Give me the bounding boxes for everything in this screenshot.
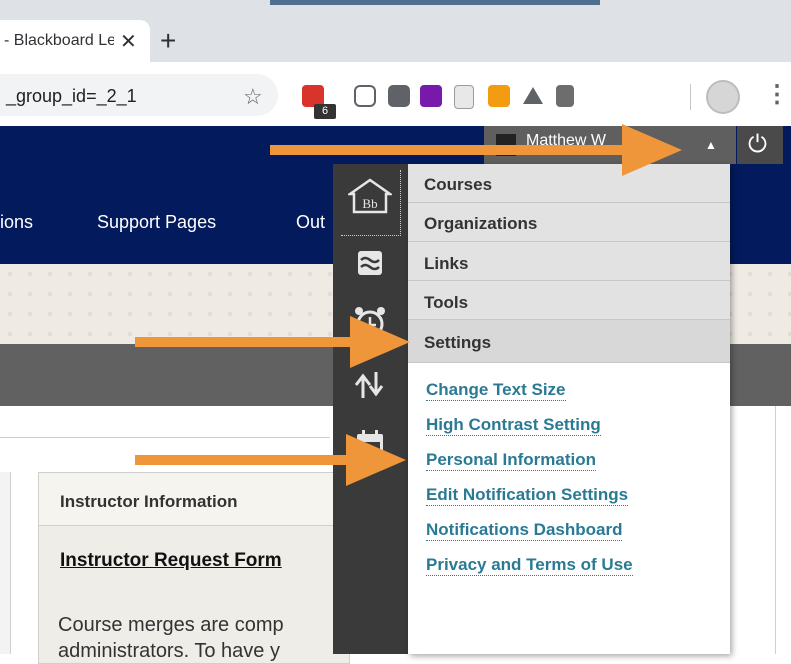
pocket-extension-icon[interactable]	[354, 85, 376, 107]
lightbulb-extension-icon[interactable]	[388, 85, 410, 107]
svg-text:Bb: Bb	[362, 196, 377, 211]
course-merge-text-line-1: Course merges are comp	[58, 614, 284, 636]
nav-tab-organizations[interactable]: ions	[0, 212, 33, 233]
menu-side-rail	[333, 164, 408, 654]
arrow-head	[350, 316, 410, 368]
divider	[0, 437, 330, 438]
menu-category-organizations-label: Organizations	[424, 214, 538, 233]
menu-category-settings-label: Settings	[424, 333, 492, 352]
copy-extension-icon[interactable]	[556, 85, 574, 107]
menu-category-courses-label: Courses	[424, 175, 493, 194]
settings-link-edit-notification-settings[interactable]: Edit Notification Settings	[426, 485, 629, 506]
instructor-module-title: Instructor Information	[60, 492, 238, 511]
settings-link-notifications-dashboard[interactable]: Notifications Dashboard	[426, 520, 623, 541]
menu-category-links-label: Links	[424, 254, 469, 273]
url-text: _group_id=_2_1	[6, 86, 137, 106]
blackboard-home-icon[interactable]: Bb	[346, 178, 394, 214]
onenote-extension-icon[interactable]	[420, 85, 442, 107]
settings-link-high-contrast[interactable]: High Contrast Setting	[426, 415, 601, 436]
left-module-edge	[0, 472, 11, 654]
caret-up-icon[interactable]: ▲	[705, 138, 717, 152]
toolbar-separator	[690, 84, 691, 110]
rss-extension-icon[interactable]	[488, 85, 510, 107]
nav-tab-support-pages[interactable]: Support Pages	[97, 212, 216, 233]
document-extension-icon[interactable]	[454, 85, 474, 109]
stream-icon[interactable]	[348, 248, 392, 282]
arrow-shaft	[270, 145, 630, 155]
grades-arrows-icon[interactable]	[348, 368, 392, 402]
extension-badge-count: 6	[314, 104, 336, 119]
bookmark-star-icon[interactable]: ☆	[243, 84, 263, 110]
settings-link-personal-information[interactable]: Personal Information	[426, 450, 597, 471]
tab-close-icon[interactable]: ✕	[120, 29, 137, 54]
course-merge-text-line-2: administrators. To have y	[58, 640, 280, 662]
settings-link-change-text-size[interactable]: Change Text Size	[426, 380, 566, 401]
menu-category-tools-label: Tools	[424, 293, 469, 312]
new-tab-icon[interactable]: +	[160, 25, 176, 57]
arrow-head	[622, 124, 682, 176]
arrow-shaft	[135, 337, 355, 347]
instructor-request-form-link[interactable]: Instructor Request Form	[60, 550, 282, 572]
tab-title: - Blackboard Learn	[4, 32, 114, 49]
arrow-shaft	[135, 455, 350, 465]
power-icon: ⏻	[748, 131, 767, 158]
nav-tab-outreach[interactable]: Out	[296, 212, 325, 233]
background-tab-accent	[270, 0, 600, 5]
settings-link-privacy-terms[interactable]: Privacy and Terms of Use	[426, 555, 633, 576]
menu-kebab-icon[interactable]: ⋮	[765, 80, 789, 109]
profile-avatar[interactable]	[706, 80, 740, 114]
drive-extension-icon[interactable]	[522, 85, 544, 107]
arrow-head	[346, 434, 406, 486]
